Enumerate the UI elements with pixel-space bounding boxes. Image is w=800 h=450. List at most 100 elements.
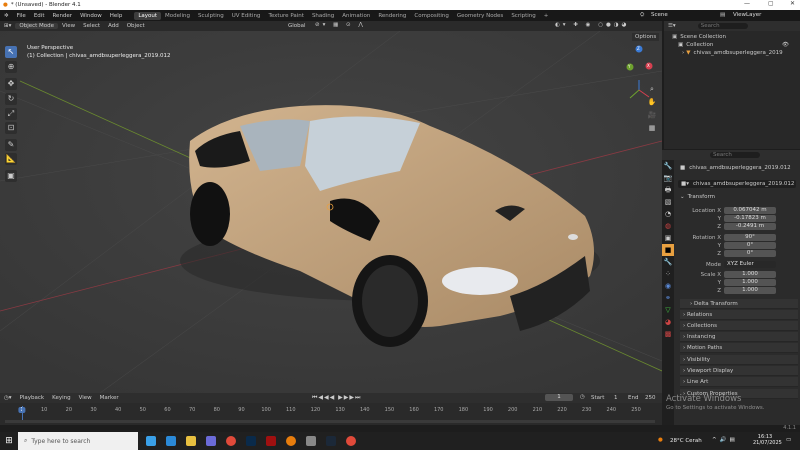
menu-marker[interactable]: Marker — [96, 395, 123, 401]
photoshop-icon[interactable] — [246, 436, 256, 446]
viewport-nav-buttons[interactable]: ⌕ ✋ 🎥 ▦ — [646, 83, 658, 135]
panel-line-art[interactable]: › Line Art — [680, 377, 798, 387]
menu-file[interactable]: File — [13, 13, 30, 19]
panel-relations[interactable]: › Relations — [680, 310, 798, 320]
tab-compositing[interactable]: Compositing — [410, 12, 452, 20]
properties-search-input[interactable]: Search — [710, 152, 760, 158]
maximize-button[interactable]: ▢ — [768, 0, 774, 7]
menu-playback[interactable]: Playback — [16, 395, 49, 401]
minimize-button[interactable]: — — [744, 0, 750, 7]
3d-viewport[interactable]: Z X Y User Perspective (1) Collection | … — [0, 31, 662, 393]
blender-taskbar-icon[interactable] — [286, 436, 296, 446]
tab-uv-editing[interactable]: UV Editing — [228, 12, 265, 20]
store-icon[interactable] — [206, 436, 216, 446]
shading-mode-icons[interactable]: ◐▾ ✚ ◉ ○●◑◕ — [555, 22, 629, 28]
transform-panel-header[interactable]: ⌄ Transform — [680, 194, 715, 200]
timeline-scrollbar[interactable] — [5, 420, 655, 423]
tool-tab-icon[interactable]: 🔧 — [662, 160, 674, 172]
menu-view[interactable]: View — [58, 23, 79, 29]
object-name-field[interactable]: ■▾ chivas_amdbsuperleggera_2019.012 — [678, 180, 796, 188]
chrome-icon-2[interactable] — [346, 436, 356, 446]
tab-layout[interactable]: Layout — [134, 11, 162, 20]
panel-delta-transform[interactable]: › Delta Transform — [680, 299, 798, 309]
tab-sculpting[interactable]: Sculpting — [194, 12, 228, 20]
cursor-tool-icon[interactable]: ⊕ — [5, 61, 17, 73]
menu-keying[interactable]: Keying — [48, 395, 74, 401]
scale-x-field[interactable]: 1.000 — [724, 271, 776, 278]
menu-window[interactable]: Window — [76, 13, 106, 19]
menu-select[interactable]: Select — [79, 23, 104, 29]
outliner-collection[interactable]: ▣ Collection — [678, 42, 713, 48]
outliner-search-input[interactable]: Search — [697, 23, 748, 29]
timeline-editor-icon[interactable]: ◷▾ — [0, 395, 16, 401]
render-tab-icon[interactable]: 📷 — [662, 172, 674, 184]
edge-icon[interactable] — [166, 436, 176, 446]
add-cube-tool-icon[interactable]: ▣ — [5, 170, 17, 182]
end-frame-field[interactable]: 250 — [645, 395, 656, 401]
app-icon-2[interactable] — [306, 436, 316, 446]
output-tab-icon[interactable]: 🖶 — [662, 184, 674, 196]
windows-start-icon[interactable]: ⊞ — [0, 436, 18, 446]
current-frame-field[interactable]: 1 — [545, 394, 573, 401]
copilot-icon[interactable] — [146, 436, 156, 446]
tab-animation[interactable]: Animation — [338, 12, 374, 20]
outliner-object[interactable]: › ▼ chivas_amdbsuperleggera_2019 — [682, 50, 783, 56]
visibility-eye-icon[interactable]: 👁 — [782, 42, 789, 48]
system-tray-icons[interactable]: ^🔊▤ — [712, 437, 738, 443]
measure-tool-icon[interactable]: 📐 — [5, 153, 17, 165]
rotation-x-field[interactable]: 90° — [724, 234, 776, 241]
tab-texture-paint[interactable]: Texture Paint — [264, 12, 308, 20]
tab-modeling[interactable]: Modeling — [161, 12, 194, 20]
tab-geometry-nodes[interactable]: Geometry Nodes — [453, 12, 507, 20]
data-tab-icon[interactable]: ▽ — [662, 304, 674, 316]
weather-text[interactable]: 28°C Cerah — [670, 438, 702, 444]
rotation-y-field[interactable]: 0° — [724, 242, 776, 249]
menu-timeline-view[interactable]: View — [75, 395, 96, 401]
location-y-field[interactable]: -0.17823 m — [724, 215, 776, 222]
start-frame-field[interactable]: 1 — [614, 395, 618, 401]
menu-help[interactable]: Help — [106, 13, 127, 19]
playback-controls[interactable]: ⏮◀◀◀ ▶▶▶⏭ — [312, 394, 361, 402]
panel-viewport-display[interactable]: › Viewport Display — [680, 366, 798, 376]
mode-selector[interactable]: Object Mode — [15, 23, 59, 29]
select-tool-icon[interactable]: ↖ — [5, 46, 17, 58]
rotation-z-field[interactable]: 0° — [724, 250, 776, 257]
menu-render[interactable]: Render — [48, 13, 76, 19]
close-button[interactable]: ✕ — [790, 0, 795, 7]
tab-shading[interactable]: Shading — [308, 12, 338, 20]
panel-instancing[interactable]: › Instancing — [680, 332, 798, 342]
texture-tab-icon[interactable]: ▩ — [662, 328, 674, 340]
notifications-icon[interactable]: ▭ — [786, 437, 791, 443]
stopwatch-icon[interactable]: ◷ — [580, 394, 585, 400]
rotation-mode-select[interactable]: XYZ Euler — [724, 261, 776, 268]
rotate-tool-icon[interactable]: ↻ — [5, 93, 17, 105]
view-layer-selector[interactable]: ViewLayer — [733, 12, 761, 18]
location-z-field[interactable]: -0.2491 m — [724, 223, 776, 230]
scale-z-field[interactable]: 1.000 — [724, 287, 776, 294]
location-x-field[interactable]: 0.067042 m — [724, 207, 776, 214]
annotate-tool-icon[interactable]: ✎ — [5, 139, 17, 151]
steam-icon[interactable] — [326, 436, 336, 446]
scale-y-field[interactable]: 1.000 — [724, 279, 776, 286]
editor-type-icon[interactable]: ⊞▾ — [0, 23, 15, 29]
transform-tool-icon[interactable]: ⊡ — [5, 122, 17, 134]
add-workspace-button[interactable]: + — [540, 12, 553, 20]
menu-object[interactable]: Object — [123, 23, 149, 29]
taskbar-search-input[interactable]: ⌕ Type here to search — [18, 432, 138, 450]
chrome-icon[interactable] — [226, 436, 236, 446]
panel-visibility[interactable]: › Visibility — [680, 355, 798, 365]
tab-rendering[interactable]: Rendering — [374, 12, 410, 20]
menu-add[interactable]: Add — [104, 23, 123, 29]
move-tool-icon[interactable]: ✥ — [5, 78, 17, 90]
panel-motion-paths[interactable]: › Motion Paths — [680, 343, 798, 353]
clock[interactable]: 16:13 21/07/2025 — [753, 434, 782, 446]
snap-icons[interactable]: ⊘▾ ▦ ⊙ ⋀ — [315, 22, 366, 28]
options-button[interactable]: Options — [632, 33, 660, 41]
blender-menu-icon[interactable]: ✲ — [0, 13, 13, 19]
app-icon[interactable] — [266, 436, 276, 446]
scale-tool-icon[interactable]: ⤢ — [5, 108, 17, 120]
scene-selector[interactable]: Scene — [651, 12, 668, 18]
file-explorer-icon[interactable] — [186, 436, 196, 446]
orientation-selector[interactable]: Global — [288, 23, 306, 29]
menu-edit[interactable]: Edit — [30, 13, 49, 19]
